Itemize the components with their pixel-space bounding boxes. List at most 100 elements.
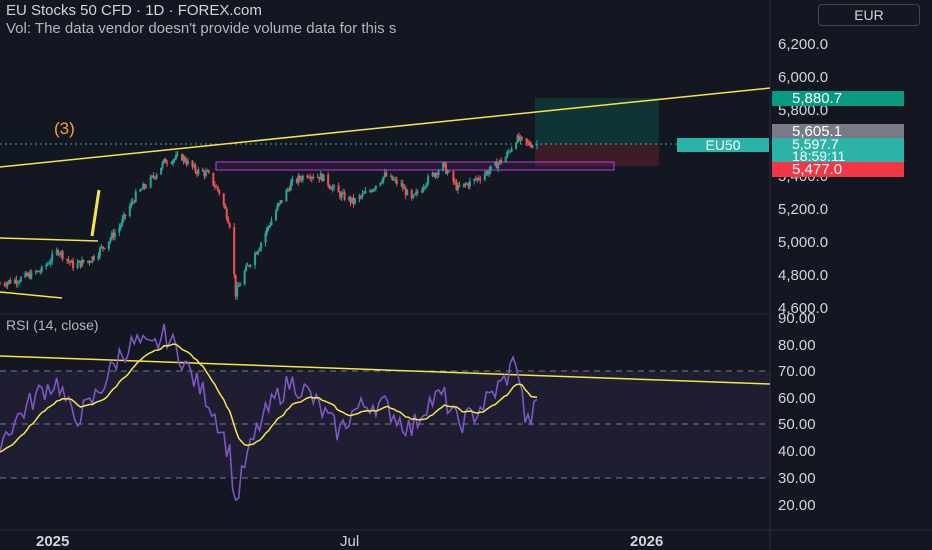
candle-body (237, 285, 240, 287)
candle-body (257, 250, 260, 255)
candle-body (239, 284, 242, 286)
candle-body (45, 264, 48, 267)
target-price-tag: 5,880.7 (772, 91, 904, 106)
candle-body (413, 193, 416, 195)
candle-body (521, 136, 524, 139)
candle-body (3, 283, 6, 285)
candle-body (92, 256, 95, 260)
candle-body (48, 263, 51, 265)
rsi-tick: 80.00 (778, 337, 816, 354)
candle-body (121, 218, 124, 225)
candle-body (354, 198, 357, 204)
candle-body (515, 142, 518, 149)
candle-body (333, 185, 336, 188)
last-price-tag: 5,597.7 18:59:11 (772, 137, 904, 163)
candle-body (385, 172, 388, 177)
candle-body (395, 179, 398, 184)
rsi-tick: 70.00 (778, 363, 816, 380)
candle-body (227, 218, 230, 224)
candle-body (458, 185, 461, 187)
candle-body (145, 187, 148, 189)
candle-body (224, 205, 227, 209)
candle-body (362, 193, 365, 195)
candle-body (39, 271, 42, 273)
candle-body (228, 223, 231, 228)
price-tick: 5,000.0 (778, 234, 829, 251)
chart-title[interactable]: EU Stocks 50 CFD · 1D · FOREX.com (6, 2, 770, 19)
candle-body (416, 191, 419, 193)
candle-body (468, 180, 471, 187)
rsi-label[interactable]: RSI (14, close) (6, 317, 99, 333)
candle-body (245, 265, 248, 271)
wave-label[interactable]: (3) (54, 119, 75, 139)
candle-body (149, 177, 152, 188)
candle-body (337, 185, 340, 193)
candle-body (510, 148, 513, 152)
candle-body (166, 162, 169, 164)
candle-body (424, 186, 427, 188)
candle-body (243, 270, 246, 285)
currency-selector[interactable]: EUR (818, 4, 920, 26)
candle-body (143, 184, 146, 188)
candle-body (497, 163, 500, 169)
candle-body (72, 260, 75, 269)
candle-body (152, 175, 155, 178)
candle-body (236, 285, 239, 297)
candle-body (82, 259, 85, 263)
candle-body (97, 255, 100, 260)
candle-body (412, 194, 415, 199)
candle-body (58, 254, 61, 256)
candle-body (301, 175, 304, 181)
candle-body (506, 152, 509, 158)
candle-body (276, 205, 279, 211)
candle-body (477, 177, 480, 180)
candle-body (374, 185, 377, 189)
candle-body (30, 271, 33, 279)
candle-body (57, 250, 60, 255)
candle-body (373, 188, 376, 190)
candle-body (213, 185, 216, 187)
price-tick: 6,200.0 (778, 36, 829, 53)
candle-body (204, 171, 207, 176)
candle-body (222, 193, 225, 206)
candle-body (306, 175, 309, 178)
candle-body (16, 282, 19, 284)
candle-body (254, 253, 257, 266)
candle-body (340, 193, 343, 198)
price-tick: 6,000.0 (778, 69, 829, 86)
candle-body (427, 175, 430, 184)
candle-body (233, 227, 236, 275)
price-tick: 5,200.0 (778, 201, 829, 218)
price-tick: 4,800.0 (778, 267, 829, 284)
candle-body (160, 167, 163, 175)
rsi-tick: 50.00 (778, 416, 816, 433)
stop-price-tag: 5,477.0 (772, 162, 904, 177)
candle-body (19, 277, 22, 282)
candle-body (216, 186, 219, 191)
candle-body (406, 189, 409, 196)
time-label-2025: 2025 (36, 533, 70, 550)
candle-body (140, 189, 143, 191)
candle-body (525, 138, 528, 143)
candle-body (225, 208, 228, 219)
candle-body (67, 259, 70, 262)
time-label-2026: 2026 (630, 533, 664, 550)
candle-body (331, 187, 334, 190)
candle-body (249, 265, 252, 267)
candle-body (277, 203, 280, 206)
position-target-zone[interactable] (535, 98, 659, 144)
candle-body (312, 176, 315, 178)
candle-body (266, 228, 269, 233)
candle-body (49, 261, 52, 264)
candle-body (380, 181, 383, 183)
candle-body (425, 183, 428, 187)
rsi-tick: 30.00 (778, 470, 816, 487)
support-zone[interactable] (215, 161, 615, 171)
rsi-tick: 40.00 (778, 443, 816, 460)
candle-body (201, 169, 204, 172)
candle-body (489, 165, 492, 171)
candle-body (161, 162, 164, 168)
candle-body (322, 174, 325, 182)
candle-body (359, 196, 362, 198)
candle-body (183, 156, 186, 162)
